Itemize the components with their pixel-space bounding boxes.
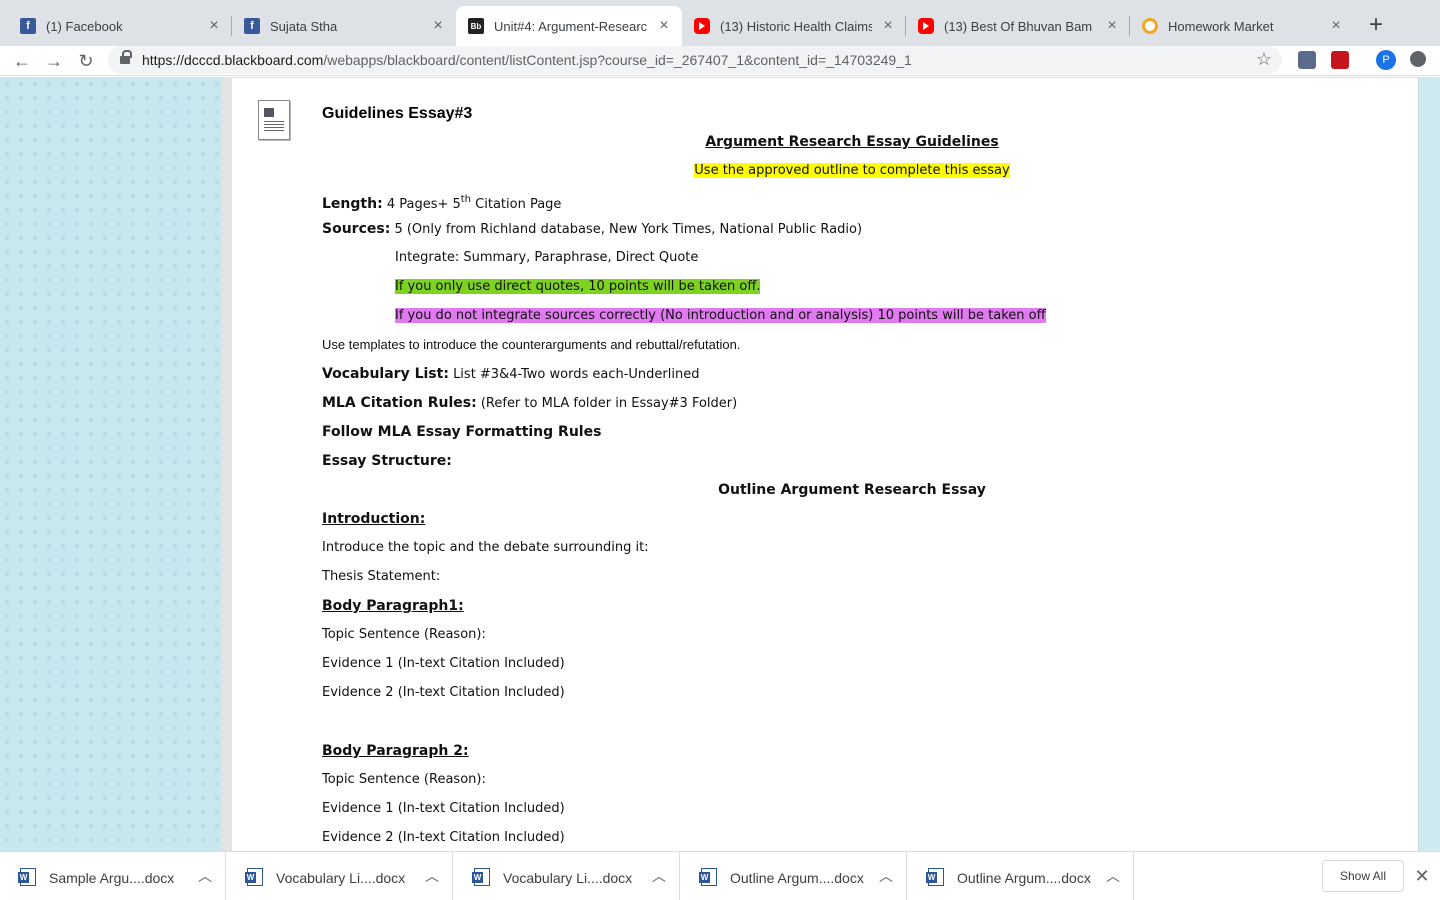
- tab-facebook[interactable]: f (1) Facebook ×: [8, 6, 232, 46]
- thesis-statement: Thesis Statement:: [322, 569, 441, 584]
- body1-evidence-1: Evidence 1 (In-text Citation Included): [322, 656, 565, 671]
- left-border: [222, 77, 232, 851]
- close-icon[interactable]: ×: [656, 18, 672, 34]
- right-border: [1418, 77, 1440, 851]
- reload-icon[interactable]: ↻: [74, 49, 98, 73]
- word-document-icon: [18, 868, 36, 886]
- facebook-icon: f: [20, 18, 36, 34]
- downloads-bar: Sample Argu....docx ︿ Vocabulary Li....d…: [0, 851, 1440, 900]
- tab-title: Homework Market: [1168, 18, 1274, 34]
- tab-title: Unit#4: Argument-Research: [494, 18, 648, 34]
- tab-title: (13) Historic Health Claims I: [720, 18, 872, 34]
- chrome-menu-icon[interactable]: [1410, 51, 1426, 67]
- body2-evidence-2: Evidence 2 (In-text Citation Included): [322, 830, 565, 845]
- integrate-line: Integrate: Summary, Paraphrase, Direct Q…: [395, 250, 699, 265]
- vocabulary-line: Vocabulary List: List #3&4-Two words eac…: [322, 366, 700, 382]
- close-icon[interactable]: ×: [1104, 18, 1120, 34]
- guidelines-heading: Argument Research Essay Guidelines: [705, 134, 999, 150]
- chevron-up-icon[interactable]: ︿: [198, 866, 212, 886]
- youtube-icon: [694, 18, 710, 34]
- word-document-icon: [926, 868, 944, 886]
- tab-youtube-health[interactable]: (13) Historic Health Claims I ×: [682, 6, 906, 46]
- body1-topic-sentence: Topic Sentence (Reason):: [322, 627, 486, 642]
- tab-title: (13) Best Of Bhuvan Bam | B: [944, 18, 1096, 34]
- chevron-up-icon[interactable]: ︿: [1106, 866, 1120, 886]
- essay-structure-label: Essay Structure:: [322, 453, 452, 469]
- tab-youtube-bhuvan[interactable]: (13) Best Of Bhuvan Bam | B ×: [906, 6, 1130, 46]
- item-body: Argument Research Essay Guidelines Use t…: [322, 132, 1382, 851]
- body2-topic-sentence: Topic Sentence (Reason):: [322, 772, 486, 787]
- outline-heading: Outline Argument Research Essay: [718, 482, 986, 498]
- download-filename: Sample Argu....docx: [49, 870, 175, 886]
- body1-evidence-2: Evidence 2 (In-text Citation Included): [322, 685, 565, 700]
- blackboard-icon: Bb: [468, 18, 484, 34]
- browser-toolbar: ← → ↻ https://dcccd.blackboard.com/webap…: [0, 46, 1440, 76]
- show-all-button[interactable]: Show All: [1322, 860, 1404, 892]
- word-document-icon: [245, 868, 263, 886]
- chevron-up-icon[interactable]: ︿: [879, 866, 893, 886]
- facebook-icon: f: [244, 18, 260, 34]
- bookmark-star-icon[interactable]: ☆: [1256, 49, 1272, 70]
- tab-sujata-stha[interactable]: f Sujata Stha ×: [232, 6, 456, 46]
- tab-blackboard-active[interactable]: Bb Unit#4: Argument-Research ×: [456, 6, 682, 46]
- introduction-heading: Introduction:: [322, 511, 426, 527]
- new-tab-button[interactable]: +: [1362, 12, 1390, 40]
- download-filename: Vocabulary Li....docx: [503, 870, 633, 886]
- close-icon[interactable]: ×: [880, 18, 896, 34]
- close-icon[interactable]: ×: [206, 18, 222, 34]
- word-document-icon: [472, 868, 490, 886]
- download-item[interactable]: Outline Argum....docx ︿: [681, 852, 907, 900]
- close-icon[interactable]: ✕: [1412, 866, 1432, 886]
- word-document-icon: [699, 868, 717, 886]
- content-item: Guidelines Essay#3 Argument Research Ess…: [232, 77, 1418, 851]
- back-arrow-icon[interactable]: ←: [10, 49, 34, 73]
- download-item[interactable]: Sample Argu....docx ︿: [0, 852, 226, 900]
- download-item[interactable]: Vocabulary Li....docx ︿: [227, 852, 453, 900]
- page-viewport: Guidelines Essay#3 Argument Research Ess…: [0, 77, 1440, 851]
- download-filename: Outline Argum....docx: [957, 870, 1091, 886]
- close-icon[interactable]: ×: [430, 18, 446, 34]
- close-icon[interactable]: ×: [1328, 18, 1344, 34]
- body2-evidence-1: Evidence 1 (In-text Citation Included): [322, 801, 565, 816]
- download-item[interactable]: Outline Argum....docx ︿: [908, 852, 1134, 900]
- homework-market-icon: [1142, 18, 1158, 34]
- templates-note: Use templates to introduce the counterar…: [322, 337, 741, 352]
- intro-topic: Introduce the topic and the debate surro…: [322, 540, 649, 555]
- url-text: https://dcccd.blackboard.com/webapps/bla…: [142, 52, 912, 68]
- formatting-rules: Follow MLA Essay Formatting Rules: [322, 424, 602, 440]
- sources-line: Sources: 5 (Only from Richland database,…: [322, 221, 863, 237]
- lock-icon: [120, 50, 132, 65]
- approved-outline-note: Use the approved outline to complete thi…: [694, 163, 1010, 178]
- integrate-sources-warning: If you do not integrate sources correctl…: [395, 308, 1046, 323]
- forward-arrow-icon[interactable]: →: [42, 49, 66, 73]
- document-icon: [258, 100, 290, 140]
- extension-icon[interactable]: [1298, 51, 1316, 69]
- body-paragraph-1-heading: Body Paragraph1:: [322, 598, 464, 614]
- download-filename: Outline Argum....docx: [730, 870, 864, 886]
- download-item[interactable]: Vocabulary Li....docx ︿: [454, 852, 680, 900]
- chevron-up-icon[interactable]: ︿: [425, 866, 439, 886]
- body-paragraph-2-heading: Body Paragraph 2:: [322, 743, 469, 759]
- address-bar[interactable]: https://dcccd.blackboard.com/webapps/bla…: [108, 46, 1282, 74]
- mla-citation-line: MLA Citation Rules: (Refer to MLA folder…: [322, 395, 738, 411]
- acrobat-extension-icon[interactable]: [1331, 51, 1349, 69]
- youtube-icon: [918, 18, 934, 34]
- tab-title: (1) Facebook: [46, 18, 123, 34]
- profile-avatar[interactable]: P: [1376, 50, 1396, 70]
- direct-quotes-warning: If you only use direct quotes, 10 points…: [395, 279, 761, 294]
- length-line: Length: 4 Pages+ 5th Citation Page: [322, 194, 562, 212]
- download-filename: Vocabulary Li....docx: [276, 870, 406, 886]
- tab-homework-market[interactable]: Homework Market ×: [1130, 6, 1354, 46]
- tab-strip: f (1) Facebook × f Sujata Stha × Bb Unit…: [0, 0, 1440, 46]
- item-title[interactable]: Guidelines Essay#3: [322, 105, 472, 123]
- background-pattern: [0, 77, 222, 851]
- tab-title: Sujata Stha: [270, 18, 338, 34]
- chevron-up-icon[interactable]: ︿: [652, 866, 666, 886]
